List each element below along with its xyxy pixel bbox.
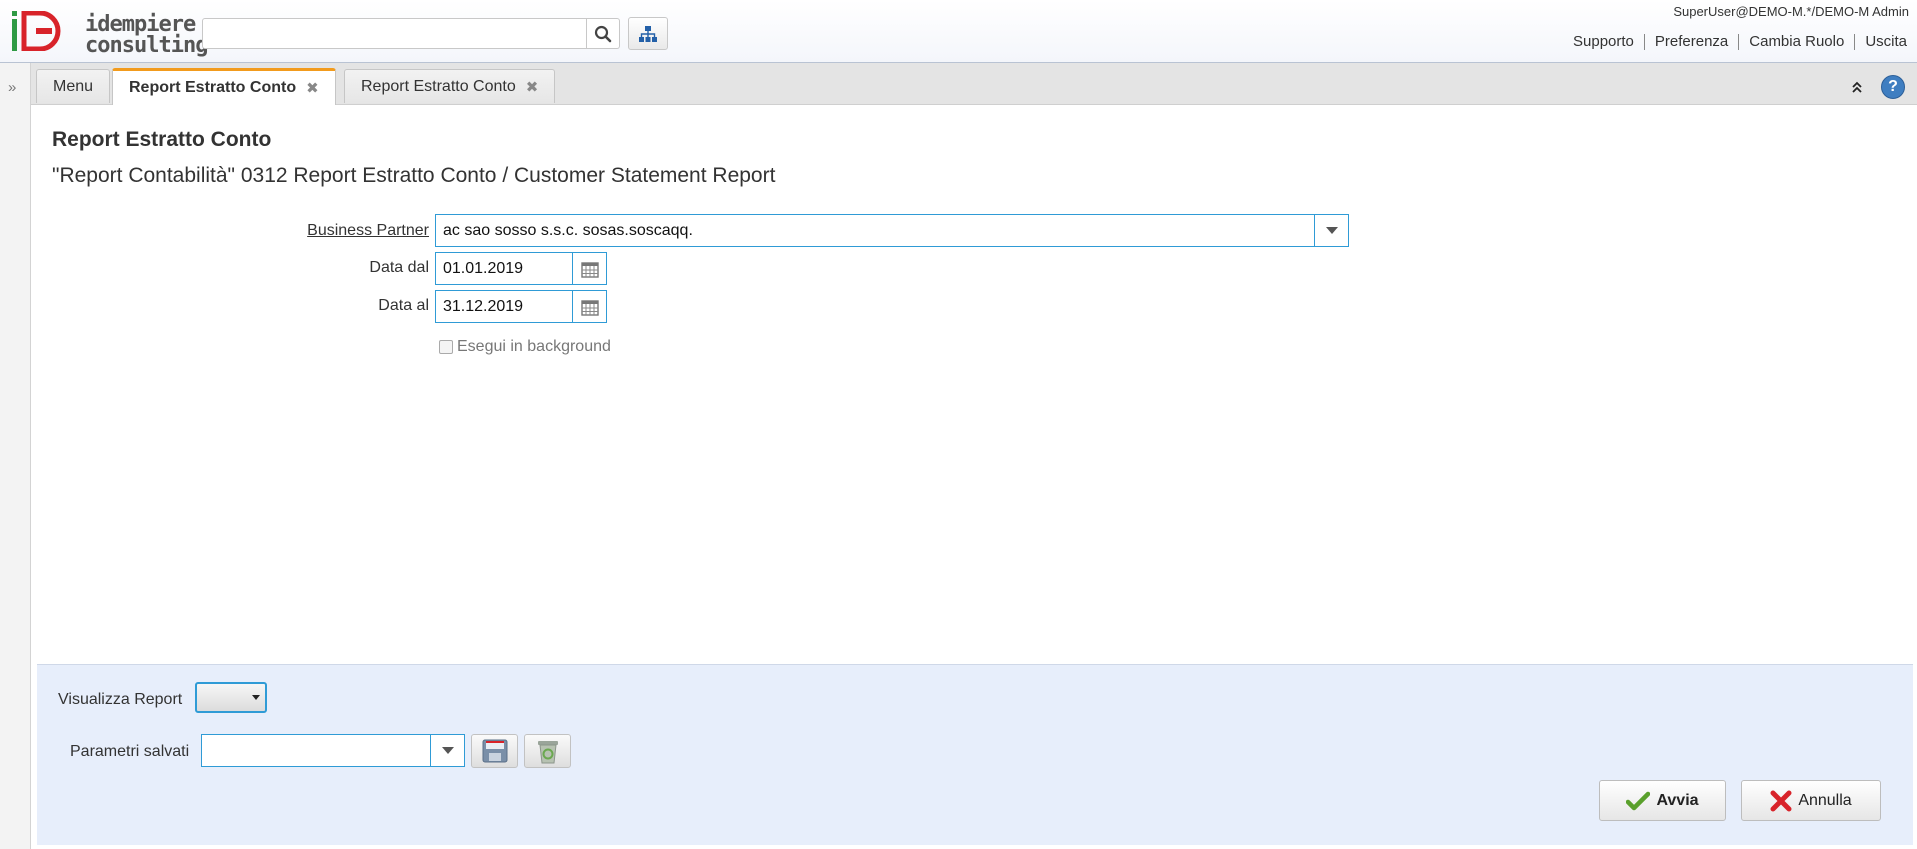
date-from-calendar-button[interactable] — [572, 252, 607, 285]
report-view-select[interactable] — [195, 682, 267, 713]
report-view-label: Visualizza Report — [58, 691, 183, 708]
page-title: Report Estratto Conto — [52, 128, 272, 151]
chevron-down-icon — [441, 747, 454, 754]
checkmark-icon — [1626, 791, 1651, 810]
link-cambia-ruolo[interactable]: Cambia Ruolo — [1739, 34, 1856, 50]
west-panel-collapsed: » — [0, 63, 31, 849]
date-to-label: Data al — [378, 297, 429, 314]
date-to-field[interactable]: 31.12.2019 — [435, 290, 573, 323]
company-logo: idempiere consulting — [10, 8, 208, 58]
logo-text: idempiere consulting — [85, 14, 208, 58]
recycle-bin-icon — [537, 741, 558, 764]
link-supporto[interactable]: Supporto — [1563, 34, 1645, 50]
calendar-icon — [580, 261, 599, 278]
business-partner-field[interactable]: ac sao sosso s.s.c. sosas.soscaqq. — [435, 214, 1315, 247]
save-icon — [482, 739, 507, 763]
saved-params-dropdown-button[interactable] — [430, 734, 465, 767]
delete-params-button[interactable] — [524, 734, 571, 768]
chevron-down-icon — [252, 695, 260, 700]
tab-menu[interactable]: Menu — [36, 69, 111, 103]
link-preferenza[interactable]: Preferenza — [1645, 34, 1740, 50]
tab-label: Menu — [53, 77, 94, 95]
tab-report-estratto-conto[interactable]: Report Estratto Conto ✖ — [344, 69, 556, 103]
saved-params-label: Parametri salvati — [70, 743, 190, 760]
saved-params-field[interactable] — [201, 734, 431, 767]
expand-panel-icon[interactable]: » — [8, 79, 16, 96]
run-in-background-label: Esegui in background — [457, 338, 611, 355]
sitemap-icon — [639, 25, 657, 42]
search-icon — [594, 25, 612, 42]
run-in-background-checkbox[interactable] — [439, 340, 453, 354]
close-icon[interactable]: ✖ — [526, 78, 539, 96]
global-search-input[interactable] — [202, 18, 587, 49]
tab-report-estratto-conto-active[interactable]: Report Estratto Conto ✖ — [112, 68, 336, 105]
business-partner-dropdown-button[interactable] — [1314, 214, 1349, 247]
logo-line2: consulting — [85, 33, 208, 58]
tab-label: Report Estratto Conto — [361, 77, 516, 95]
window-tabbar: Menu Report Estratto Conto ✖ Report Estr… — [31, 63, 1917, 105]
save-params-button[interactable] — [471, 734, 518, 768]
collapse-up-icon[interactable] — [1851, 81, 1863, 93]
calendar-icon — [580, 299, 599, 316]
search-button[interactable] — [587, 18, 620, 49]
close-icon[interactable]: ✖ — [306, 79, 319, 97]
date-from-field[interactable]: 01.01.2019 — [435, 252, 573, 285]
top-header: idempiere consulting SuperUser@DEMO-M.*/… — [0, 0, 1917, 63]
menu-tree-button[interactable] — [628, 17, 668, 50]
chevron-down-icon — [1325, 227, 1338, 234]
user-info: SuperUser@DEMO-M.*/DEMO-M Admin — [1673, 4, 1909, 19]
run-button[interactable]: Avvia — [1599, 780, 1726, 821]
logo-mark-icon — [12, 11, 61, 51]
cancel-button[interactable]: Annulla — [1741, 780, 1881, 821]
tabbar-tools: ? — [1851, 75, 1905, 99]
close-x-icon — [1770, 790, 1792, 811]
header-links: Supporto Preferenza Cambia Ruolo Uscita — [1563, 34, 1917, 50]
help-icon[interactable]: ? — [1881, 75, 1905, 99]
date-from-label: Data dal — [369, 259, 429, 276]
business-partner-label[interactable]: Business Partner — [229, 222, 429, 240]
tab-label: Report Estratto Conto — [129, 79, 297, 96]
cancel-button-label: Annulla — [1798, 791, 1852, 809]
date-to-calendar-button[interactable] — [572, 290, 607, 323]
link-uscita[interactable]: Uscita — [1855, 34, 1917, 50]
process-description: "Report Contabilità" 0312 Report Estratt… — [52, 164, 776, 187]
run-button-label: Avvia — [1656, 791, 1699, 809]
